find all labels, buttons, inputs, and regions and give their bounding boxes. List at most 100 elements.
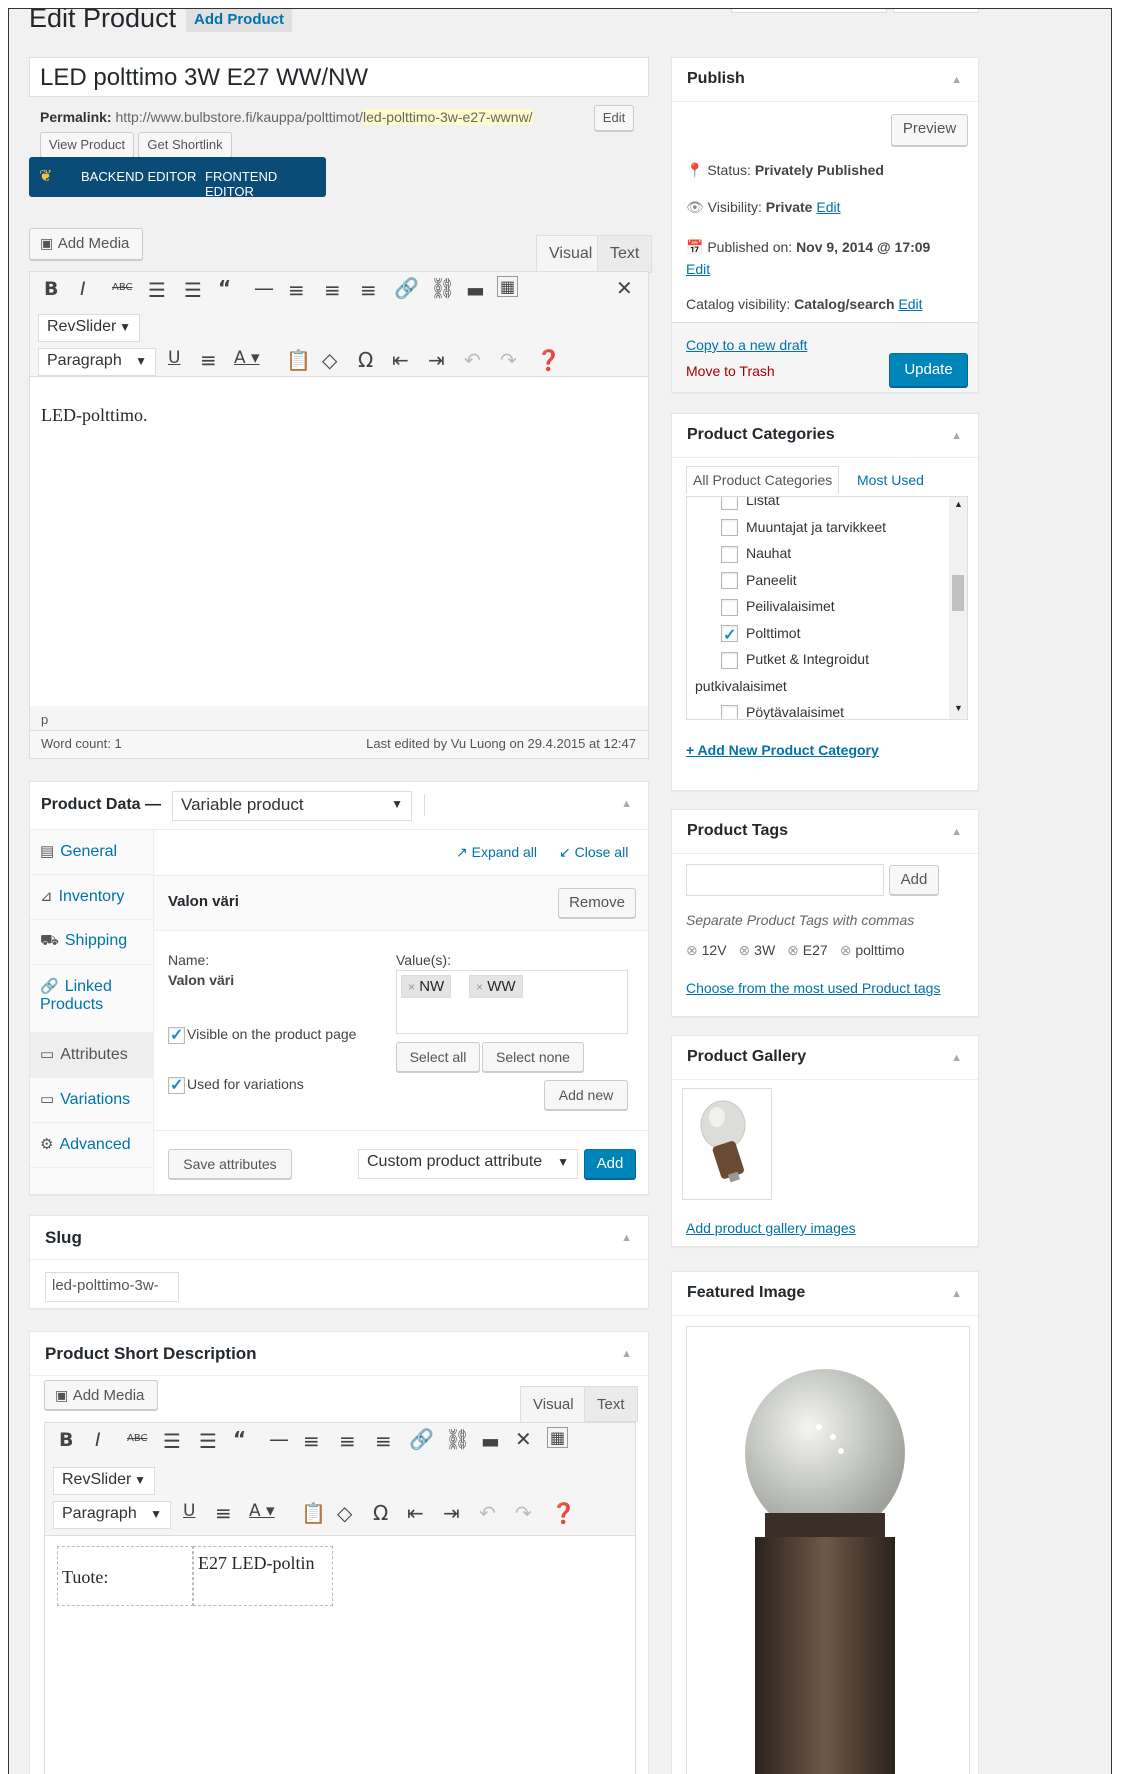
backend-editor-button[interactable]: BACKEND EDITOR xyxy=(81,169,196,184)
view-product-button[interactable]: View Product xyxy=(40,132,134,158)
collapse-toggle-icon[interactable]: ▲ xyxy=(951,1052,962,1064)
category-checkbox[interactable] xyxy=(721,651,738,669)
category-item[interactable]: Pöytävalaisimet xyxy=(721,699,886,719)
unlink-icon[interactable]: ⛓ xyxy=(430,276,455,300)
read-more-icon[interactable]: ▬ xyxy=(481,1429,500,1453)
add-new-value-button[interactable]: Add new xyxy=(544,1080,628,1110)
remove-attribute-button[interactable]: Remove xyxy=(558,888,636,918)
redo-icon[interactable]: ↷ xyxy=(515,1501,532,1525)
tab-linked-products[interactable]: 🔗 Linked Products xyxy=(30,965,154,1033)
collapse-toggle-icon[interactable]: ▲ xyxy=(621,798,632,810)
undo-icon[interactable]: ↶ xyxy=(464,348,481,372)
select-none-button[interactable]: Select none xyxy=(482,1042,584,1072)
omega-icon[interactable]: Ω xyxy=(358,348,373,372)
blockquote-icon[interactable]: “ xyxy=(233,1427,246,1451)
strikethrough-icon[interactable]: ABC xyxy=(127,1433,148,1444)
published-edit-link[interactable]: Edit xyxy=(686,261,710,277)
remove-tag-icon[interactable]: ⊗ xyxy=(686,942,702,958)
tab-general[interactable]: ▤ General xyxy=(30,830,154,875)
align-center-icon[interactable]: ≡ xyxy=(339,1429,356,1453)
choose-tags-link[interactable]: Choose from the most used Product tags xyxy=(686,980,940,996)
collapse-toggle-icon[interactable]: ▲ xyxy=(621,1232,632,1244)
tab-visual[interactable]: Visual xyxy=(536,235,606,273)
add-category-link[interactable]: + Add New Product Category xyxy=(686,742,879,758)
strikethrough-icon[interactable]: ABC xyxy=(112,282,133,293)
align-left-icon[interactable]: ≡ xyxy=(303,1429,320,1453)
collapse-toggle-icon[interactable]: ▲ xyxy=(621,1348,632,1360)
toolbar-toggle-icon[interactable]: ▦ xyxy=(497,276,519,297)
category-item[interactable]: Listat xyxy=(721,497,886,514)
scroll-down-icon[interactable]: ▼ xyxy=(954,703,963,713)
revslider-select[interactable]: RevSlider ▼ xyxy=(53,1467,155,1495)
underline-icon[interactable]: U xyxy=(183,1501,195,1521)
collapse-toggle-icon[interactable]: ▲ xyxy=(951,1288,962,1300)
help-icon[interactable]: ❓ xyxy=(551,1501,576,1525)
omega-icon[interactable]: Ω xyxy=(373,1501,388,1525)
collapse-toggle-icon[interactable]: ▲ xyxy=(951,430,962,442)
category-checkbox[interactable] xyxy=(721,545,738,563)
indent-icon[interactable]: ⇥ xyxy=(428,348,445,372)
update-button[interactable]: Update xyxy=(889,353,968,387)
bullet-list-icon[interactable]: ☰ xyxy=(163,1429,181,1453)
visible-checkbox-row[interactable]: Visible on the product page xyxy=(168,1025,356,1045)
italic-icon[interactable]: I xyxy=(80,278,86,300)
tab-all-categories[interactable]: All Product Categories xyxy=(686,466,840,494)
bold-icon[interactable]: B xyxy=(44,278,58,300)
remove-tag-icon[interactable]: ⊗ xyxy=(787,942,803,958)
number-list-icon[interactable]: ☰ xyxy=(199,1429,217,1453)
text-color-icon[interactable]: A ▾ xyxy=(234,348,260,368)
values-input[interactable]: × NW × WW xyxy=(396,970,628,1034)
attribute-header[interactable]: Valon väri Remove xyxy=(154,876,648,931)
bold-icon[interactable]: B xyxy=(59,1429,73,1451)
hr-icon[interactable]: — xyxy=(254,276,274,300)
select-all-button[interactable]: Select all xyxy=(396,1042,480,1072)
get-shortlink-button[interactable]: Get Shortlink xyxy=(138,132,232,158)
category-item[interactable]: Peilivalaisimet xyxy=(721,593,886,620)
add-tag-button[interactable]: Add xyxy=(889,865,939,895)
slug-input[interactable]: led-polttimo-3w- xyxy=(45,1272,179,1302)
align-center-icon[interactable]: ≡ xyxy=(324,278,341,302)
redo-icon[interactable]: ↷ xyxy=(500,348,517,372)
underline-icon[interactable]: U xyxy=(168,348,180,368)
justify-icon[interactable]: ≡ xyxy=(200,348,217,372)
toolbar-toggle-icon[interactable]: ▦ xyxy=(547,1427,569,1448)
indent-icon[interactable]: ⇥ xyxy=(443,1501,460,1525)
format-select[interactable]: Paragraph ▼ xyxy=(38,348,156,376)
variations-checkbox-row[interactable]: Used for variations xyxy=(168,1075,304,1095)
tab-shipping[interactable]: ⛟ Shipping xyxy=(30,920,154,965)
collapse-toggle-icon[interactable]: ▲ xyxy=(951,826,962,838)
remove-tag-icon[interactable]: ⊗ xyxy=(739,942,755,958)
revslider-select[interactable]: RevSlider ▼ xyxy=(38,314,140,342)
add-media-button[interactable]: ▣ Add Media xyxy=(29,228,143,260)
gallery-thumbnail[interactable] xyxy=(682,1088,772,1200)
collapse-toggle-icon[interactable]: ▲ xyxy=(951,74,962,86)
paste-text-icon[interactable]: 📋 xyxy=(301,1501,326,1525)
permalink-edit-button[interactable]: Edit xyxy=(594,105,634,131)
visibility-edit-link[interactable]: Edit xyxy=(816,199,840,215)
copy-draft-link[interactable]: Copy to a new draft xyxy=(686,337,807,353)
category-checkbox[interactable] xyxy=(721,572,738,590)
justify-icon[interactable]: ≡ xyxy=(215,1501,232,1525)
value-chip-nw[interactable]: × NW xyxy=(401,975,452,998)
fullscreen-icon[interactable]: ✕ xyxy=(616,276,633,300)
scrollbar[interactable]: ▲ ▼ xyxy=(949,497,967,719)
frontend-editor-button[interactable]: FRONTEND EDITOR xyxy=(205,169,326,199)
tag-input[interactable] xyxy=(686,864,884,896)
featured-image[interactable] xyxy=(686,1326,970,1774)
category-checkbox[interactable] xyxy=(721,704,738,719)
category-checkbox[interactable] xyxy=(721,623,738,650)
tab-most-used[interactable]: Most Used xyxy=(857,472,924,488)
align-right-icon[interactable]: ≡ xyxy=(360,278,377,302)
tab-attributes[interactable]: ▭ Attributes xyxy=(30,1033,154,1078)
category-item[interactable]: Putket & Integroidut xyxy=(721,646,886,673)
product-type-select[interactable]: Variable product ▼ xyxy=(172,791,412,821)
text-color-icon[interactable]: A ▾ xyxy=(249,1501,275,1521)
outdent-icon[interactable]: ⇤ xyxy=(407,1501,424,1525)
link-icon[interactable]: 🔗 xyxy=(409,1427,434,1451)
value-chip-ww[interactable]: × WW xyxy=(469,975,523,998)
category-checkbox[interactable] xyxy=(721,598,738,616)
close-all-link[interactable]: ↙ Close all xyxy=(559,844,628,861)
category-item[interactable]: Muuntajat ja tarvikkeet xyxy=(721,514,886,541)
editor-content[interactable]: LED-polttimo. xyxy=(30,376,648,706)
category-checkbox[interactable] xyxy=(721,497,738,510)
